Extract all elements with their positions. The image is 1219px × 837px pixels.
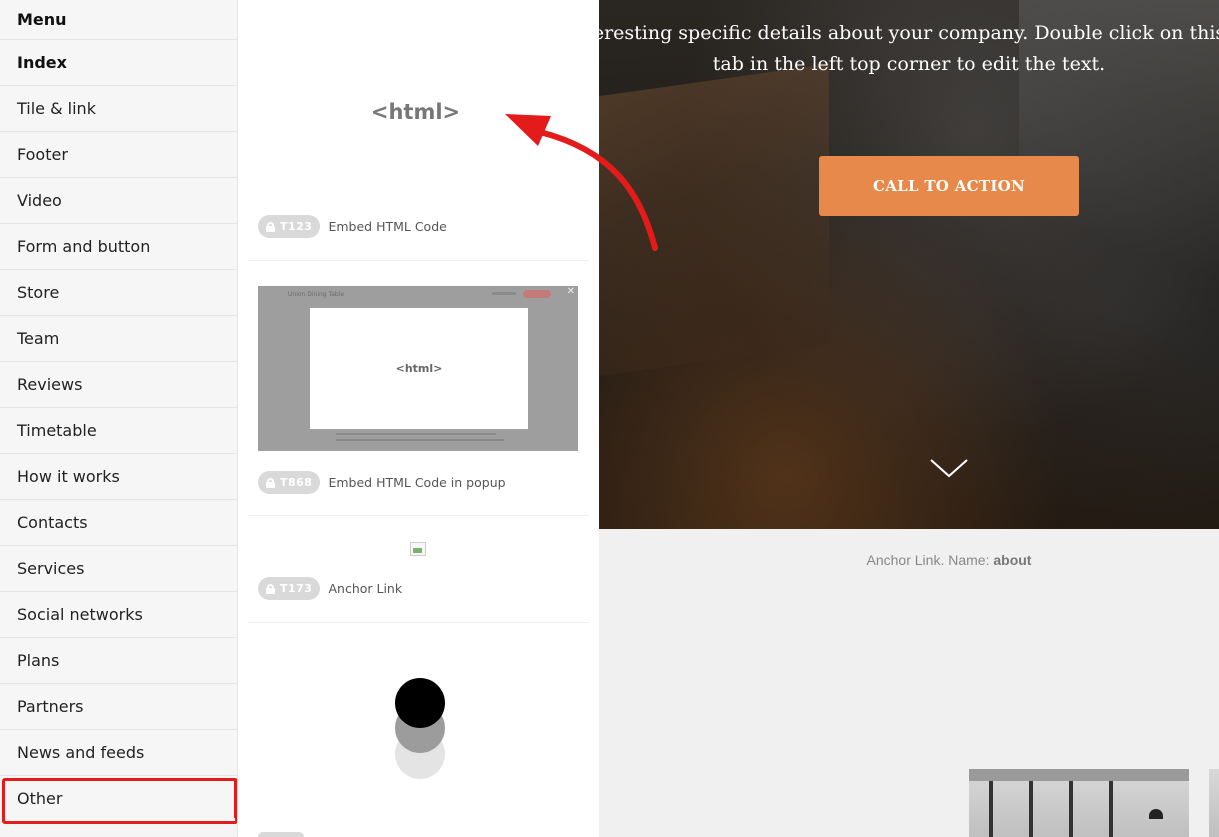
sidebar-item-label: Reviews bbox=[17, 375, 83, 394]
sidebar-item-plans[interactable]: Plans bbox=[0, 638, 237, 684]
sidebar-item-partners[interactable]: Partners bbox=[0, 684, 237, 730]
block-preview-popup: Union Dining Table ✕ <html> bbox=[258, 286, 578, 451]
hero-section: eresting specific details about your com… bbox=[599, 0, 1219, 529]
popup-html-text: <html> bbox=[395, 362, 443, 375]
sidebar-item-footer[interactable]: Footer bbox=[0, 132, 237, 178]
block-code: T173 bbox=[280, 582, 313, 595]
sidebar-item-team[interactable]: Team bbox=[0, 316, 237, 362]
sidebar-item-video[interactable]: Video bbox=[0, 178, 237, 224]
sidebar-item-label: Form and button bbox=[17, 237, 151, 256]
sidebar-item-timetable[interactable]: Timetable bbox=[0, 408, 237, 454]
sidebar-item-how-it-works[interactable]: How it works bbox=[0, 454, 237, 500]
lock-icon bbox=[266, 477, 275, 488]
sidebar-item-label: Plans bbox=[17, 651, 60, 670]
block-code: T868 bbox=[280, 476, 313, 489]
loader-dot bbox=[395, 678, 445, 728]
block-code-badge bbox=[258, 832, 304, 837]
sidebar-item-label: News and feeds bbox=[17, 743, 145, 762]
hero-background-shape bbox=[599, 63, 829, 377]
sidebar-item-label: Other bbox=[17, 789, 63, 808]
block-library-panel: <html> T123 Embed HTML Code Union Dining… bbox=[238, 0, 599, 837]
sidebar-item-news-and-feeds[interactable]: News and feeds bbox=[0, 730, 237, 776]
sidebar-item-label: Contacts bbox=[17, 513, 88, 532]
block-code-badge: T868 bbox=[258, 471, 321, 494]
sidebar-item-form-and-button[interactable]: Form and button bbox=[0, 224, 237, 270]
sidebar-item-label: Partners bbox=[17, 697, 84, 716]
anchor-link-prefix: Anchor Link. Name: bbox=[866, 552, 990, 568]
popup-body: <html> bbox=[310, 308, 528, 429]
block-label: Anchor Link bbox=[328, 581, 403, 596]
sidebar-item-label: Footer bbox=[17, 145, 68, 164]
close-icon: ✕ bbox=[566, 286, 575, 297]
lock-icon bbox=[266, 221, 275, 232]
block-code-badge: T123 bbox=[258, 215, 321, 238]
sidebar-item-label: Index bbox=[17, 53, 67, 72]
sidebar-item-store[interactable]: Store bbox=[0, 270, 237, 316]
block-preview-html: <html> bbox=[370, 100, 461, 124]
chevron-down-icon[interactable] bbox=[929, 455, 969, 479]
anchor-link-caption: Anchor Link. Name: about bbox=[599, 552, 1219, 568]
gallery-image[interactable] bbox=[1209, 769, 1219, 837]
popup-text-line bbox=[336, 439, 504, 441]
block-label: Embed HTML Code in popup bbox=[328, 475, 506, 490]
sidebar-item-social-networks[interactable]: Social networks bbox=[0, 592, 237, 638]
block-meta: T123 Embed HTML Code bbox=[258, 215, 447, 238]
sidebar-item-label: Tile & link bbox=[17, 99, 96, 118]
sidebar-item-label: Timetable bbox=[17, 421, 97, 440]
block-card-t868[interactable]: Union Dining Table ✕ <html> T868 Embed H… bbox=[248, 261, 589, 516]
sidebar-item-index[interactable]: Index bbox=[0, 40, 237, 86]
lock-icon bbox=[266, 583, 275, 594]
popup-text-line bbox=[336, 433, 496, 435]
sidebar-item-contacts[interactable]: Contacts bbox=[0, 500, 237, 546]
sidebar-item-label: How it works bbox=[17, 467, 120, 486]
broken-image-icon bbox=[410, 542, 426, 556]
block-card-t123[interactable]: <html> T123 Embed HTML Code bbox=[248, 0, 589, 261]
popup-title: Union Dining Table bbox=[288, 291, 345, 298]
block-code-badge: T173 bbox=[258, 577, 321, 600]
anchor-link-name: about bbox=[993, 552, 1032, 568]
popup-price bbox=[492, 292, 516, 295]
sidebar-item-tile-link[interactable]: Tile & link bbox=[0, 86, 237, 132]
call-to-action-button[interactable]: CALL TO ACTION bbox=[819, 156, 1079, 216]
block-meta: T173 Anchor Link bbox=[258, 577, 402, 600]
block-card-loader[interactable] bbox=[248, 623, 589, 837]
sidebar: Menu Index Tile & link Footer Video Form… bbox=[0, 0, 238, 837]
sidebar-item-label: Services bbox=[17, 559, 85, 578]
block-code: T123 bbox=[280, 220, 313, 233]
sidebar-item-other[interactable]: Other bbox=[0, 776, 237, 824]
block-meta: T868 Embed HTML Code in popup bbox=[258, 471, 506, 494]
hero-text[interactable]: eresting specific details about your com… bbox=[599, 18, 1219, 80]
gallery-image[interactable] bbox=[969, 769, 1189, 837]
popup-buy-button bbox=[523, 290, 551, 298]
sidebar-item-label: Team bbox=[17, 329, 60, 348]
sidebar-item-label: Video bbox=[17, 191, 62, 210]
sidebar-item-label: Menu bbox=[17, 10, 67, 29]
block-card-t173[interactable]: T173 Anchor Link bbox=[248, 516, 589, 623]
sidebar-item-services[interactable]: Services bbox=[0, 546, 237, 592]
sidebar-item-menu[interactable]: Menu bbox=[0, 0, 237, 40]
sidebar-item-reviews[interactable]: Reviews bbox=[0, 362, 237, 408]
block-label: Embed HTML Code bbox=[328, 219, 447, 234]
sidebar-item-label: Social networks bbox=[17, 605, 143, 624]
sidebar-item-label: Store bbox=[17, 283, 60, 302]
